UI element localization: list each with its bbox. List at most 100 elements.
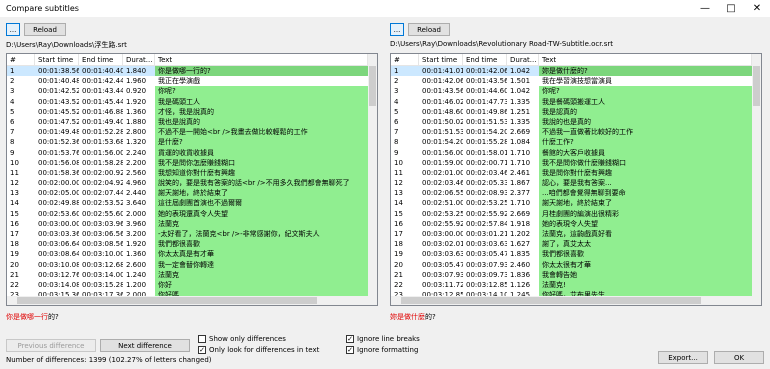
left-subtitle-grid[interactable]: # Start time End time Durat... Text 1 00:… <box>6 53 378 306</box>
right-horizontal-scrollbar[interactable] <box>391 296 752 305</box>
table-cell: 00:03:12.764 <box>38 270 79 279</box>
table-cell: 00:01:48.609 <box>422 107 463 116</box>
table-row[interactable]: 22 00:03:11.72900:03:12.8551.126 法蘭克! <box>391 279 761 291</box>
table-cell: 00:01:58.282 <box>82 158 123 167</box>
table-row[interactable]: 14 00:02:49.88200:02:53.5223.640 這往屆劇團首演也不… <box>7 198 377 209</box>
table-row[interactable]: 20 00:03:05.47300:03:07.9332.460 你太太很有才華 <box>391 259 761 270</box>
checkmark-icon[interactable]: ✓ <box>346 335 354 343</box>
column-header[interactable]: Durat... <box>123 54 155 65</box>
table-row[interactable]: 17 00:03:00.00800:03:01.2111.202 法蘭克，這齣戲真好… <box>391 229 761 240</box>
maximize-icon[interactable]: □ <box>718 0 744 17</box>
table-cell: 16 <box>394 219 403 228</box>
table-row[interactable]: 10 00:01:56.08200:01:58.2822.200 我不是問你怎麼賺錢… <box>7 157 377 168</box>
table-cell: 是什麼? <box>155 137 368 148</box>
table-row[interactable]: 6 00:01:50.02700:01:51.5331.335 我說的也是真的 <box>391 116 761 128</box>
table-row[interactable]: 100:01:41.01800:01:42.0601.042妳是做什麼的? <box>391 66 761 77</box>
table-cell: 00:01:47.733 <box>466 97 507 106</box>
table-row[interactable]: 2 00:01:42.06000:01:43.5611.501 我在學習演技想當演員 <box>391 76 761 86</box>
table-cell: 2.377 <box>510 189 531 198</box>
column-header[interactable]: End time <box>79 54 123 65</box>
table-row[interactable]: 10 00:01:59.00200:02:00.7121.710 我不是問你做什麼賺… <box>391 157 761 168</box>
table-row[interactable]: 11 00:02:01.00200:02:03.4632.461 我是問你對什麼有興… <box>391 167 761 179</box>
table-cell: 00:01:55.286 <box>466 138 507 147</box>
right-subtitle-grid[interactable]: # Start time End time Durat... Text 1 00:… <box>390 53 762 306</box>
table-row[interactable]: 7 00:01:49.48200:01:52.2822.800 不過不是一開始<br… <box>7 127 377 138</box>
table-row[interactable]: 9 00:01:53.76200:01:56.0022.240 貨運的收貨收據員 <box>7 147 377 158</box>
column-header[interactable]: Text <box>539 54 752 65</box>
table-row[interactable]: 100:01:38.56000:01:40.4001.840你是做哪一行的? <box>7 66 377 77</box>
table-row[interactable]: 8 00:01:54.20200:01:55.2861.084 什麼工作? <box>391 137 761 148</box>
table-cell: 3 <box>394 87 399 96</box>
ok-button[interactable]: OK <box>714 351 764 364</box>
column-header[interactable]: Start time <box>35 54 79 65</box>
checkmark-icon[interactable]: ✓ <box>198 346 206 354</box>
table-cell: 00:03:05.473 <box>466 250 507 259</box>
ignore-formatting-checkbox[interactable]: ✓ Ignore formatting <box>346 346 418 354</box>
table-row[interactable]: 19 00:03:08.64400:03:10.0041.360 你太太真是有才華 <box>7 249 377 260</box>
table-row[interactable]: 16 00:02:55.92800:02:57.8461.918 她的表現令人失望 <box>391 218 761 229</box>
table-row[interactable]: 13 00:02:05.00200:02:07.4422.440 謝天謝地，終於結束… <box>7 188 377 199</box>
table-row[interactable]: 9 00:01:56.00200:01:58.0121.710 餐館的大客戶收據員 <box>391 147 761 158</box>
table-row[interactable]: 16 00:03:00.00400:03:03.9643.960 法蘭克 <box>7 218 377 229</box>
table-cell: 00:02:53.259 <box>422 209 463 218</box>
table-row[interactable]: 15 00:02:53.60200:02:55.6022.000 她的表現還真令人失… <box>7 208 377 219</box>
show-only-differences-checkbox[interactable]: Show only differences <box>198 335 286 343</box>
right-reload-button[interactable]: Reload <box>408 23 450 36</box>
table-cell: 00:03:07.933 <box>422 270 463 279</box>
table-cell: 1.920 <box>126 240 147 249</box>
only-text-differences-checkbox[interactable]: ✓ Only look for differences in text <box>198 346 319 354</box>
left-reload-button[interactable]: Reload <box>24 23 66 36</box>
table-row[interactable]: 12 00:02:00.00200:02:04.9224.960 說笑的，要是我有答… <box>7 178 377 189</box>
table-cell: 00:01:45.522 <box>38 107 79 116</box>
table-cell: 00:02:08.930 <box>466 189 507 198</box>
table-row[interactable]: 18 00:03:02.01100:03:03.6381.627 謝了，真艾太太 <box>391 239 761 250</box>
table-cell: 00:02:05.330 <box>466 179 507 188</box>
table-row[interactable]: 15 00:02:53.25900:02:55.9282.669 月桂劇團的編演出很… <box>391 208 761 219</box>
checkbox-box[interactable] <box>198 335 206 343</box>
table-row[interactable]: 8 00:01:52.36200:01:53.6821.320 是什麼? <box>7 137 377 148</box>
minimize-icon[interactable]: — <box>692 0 718 17</box>
right-vertical-scrollbar[interactable] <box>752 54 761 305</box>
table-row[interactable]: 22 00:03:14.08400:03:15.2841.200 你好 <box>7 279 377 291</box>
table-cell: 2.460 <box>510 260 531 269</box>
table-row[interactable]: 11 00:01:58.36200:02:00.9222.560 我想知道你對什麼有… <box>7 167 377 179</box>
right-open-button[interactable]: ... <box>390 23 404 36</box>
table-row[interactable]: 5 00:01:48.60900:01:49.8601.251 我是認真的 <box>391 106 761 117</box>
previous-difference-button[interactable]: Previous difference <box>6 339 96 352</box>
left-vertical-scrollbar[interactable] <box>368 54 377 305</box>
table-row[interactable]: 4 00:01:46.02300:01:47.7331.335 我是餐碼頭搬運工人 <box>391 96 761 107</box>
next-difference-button[interactable]: Next difference <box>100 339 190 352</box>
left-open-button[interactable]: ... <box>6 23 20 36</box>
table-cell: 00:01:41.018 <box>419 66 463 77</box>
column-header[interactable]: # <box>391 54 419 65</box>
table-row[interactable]: 21 00:03:12.76400:03:14.0041.240 法蘭克 <box>7 269 377 280</box>
table-row[interactable]: 2 00:01:40.48200:01:42.4421.960 我正在學演戲 <box>7 76 377 86</box>
table-row[interactable]: 18 00:03:06.64400:03:08.5641.920 我們都很喜歡 <box>7 239 377 250</box>
table-row[interactable]: 5 00:01:45.52200:01:46.8821.360 才怪，我是說真的 <box>7 106 377 117</box>
table-cell: 00:03:14.084 <box>38 280 79 289</box>
column-header[interactable]: Text <box>155 54 368 65</box>
table-row[interactable]: 19 00:03:03.63800:03:05.4731.835 我們都很喜歡 <box>391 249 761 260</box>
table-row[interactable]: 20 00:03:10.08400:03:12.6842.600 我一定會替你轉達 <box>7 259 377 270</box>
table-row[interactable]: 6 00:01:47.52200:01:49.4021.880 我也是說真的 <box>7 116 377 128</box>
table-row[interactable]: 3 00:01:42.52200:01:43.4420.920 你呢? <box>7 86 377 97</box>
ignore-line-breaks-checkbox[interactable]: ✓ Ignore line breaks <box>346 335 420 343</box>
table-cell: 6 <box>394 117 399 126</box>
table-row[interactable]: 21 00:03:07.93300:03:09.7311.836 我會轉告她 <box>391 269 761 280</box>
table-row[interactable]: 13 00:02:06.55300:02:08.9302.377 ...咱們都會覺得… <box>391 188 761 199</box>
export-button[interactable]: Export... <box>658 351 708 364</box>
table-row[interactable]: 4 00:01:43.52200:01:45.4421.920 我是碼頭工人 <box>7 96 377 107</box>
column-header[interactable]: Start time <box>419 54 463 65</box>
table-row[interactable]: 3 00:01:43.56300:01:44.6051.042 你呢? <box>391 86 761 97</box>
checkmark-icon[interactable]: ✓ <box>346 346 354 354</box>
column-header[interactable]: Durat... <box>507 54 539 65</box>
table-row[interactable]: 14 00:02:51.00600:02:53.2591.710 謝天謝地，終於結束… <box>391 198 761 209</box>
checkbox-label: Ignore line breaks <box>357 335 420 343</box>
column-header[interactable]: End time <box>463 54 507 65</box>
table-row[interactable]: 7 00:01:51.53300:01:54.2022.669 不過我一直做著比較好… <box>391 127 761 138</box>
table-row[interactable]: 12 00:02:03.46300:02:05.3301.867 認心，要是我有答案… <box>391 178 761 189</box>
close-icon[interactable]: ✕ <box>744 0 770 17</box>
column-header[interactable]: # <box>7 54 35 65</box>
left-horizontal-scrollbar[interactable] <box>7 296 368 305</box>
table-row[interactable]: 17 00:03:03.36400:03:06.5643.200 -太好看了，法蘭克… <box>7 229 377 240</box>
